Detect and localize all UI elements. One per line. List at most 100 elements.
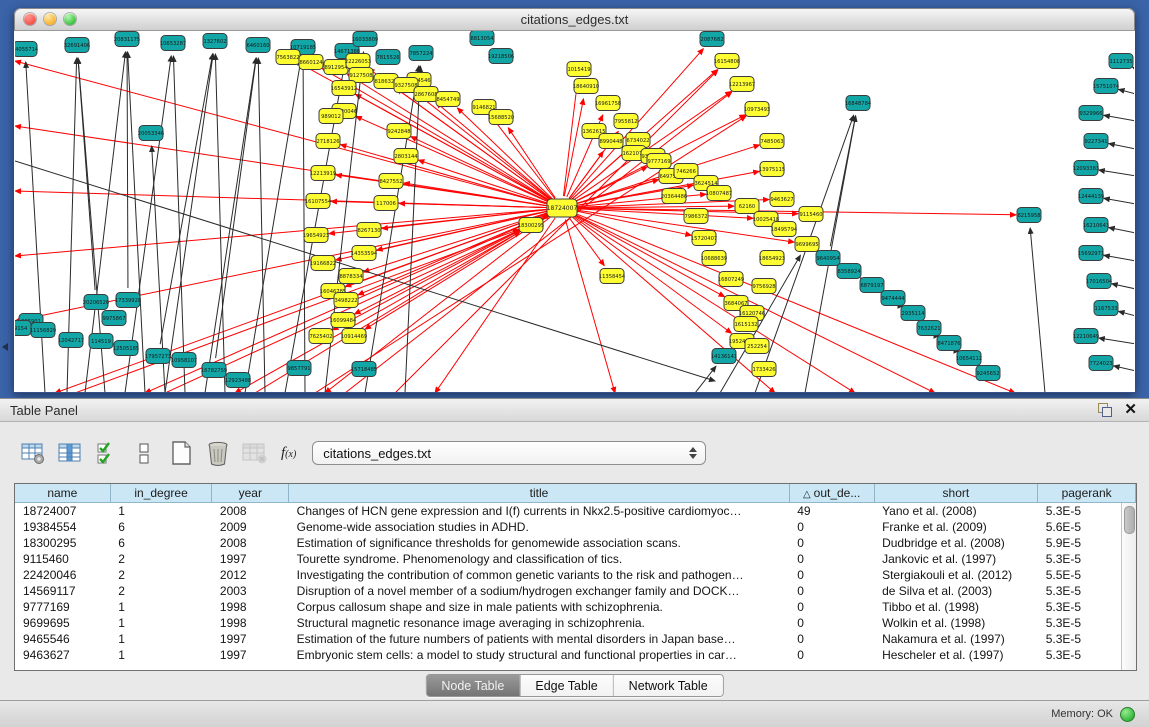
table-cell[interactable]: 49 xyxy=(789,503,874,520)
column-header-year[interactable]: year xyxy=(212,484,289,503)
table-select-dropdown[interactable]: citations_edges.txt xyxy=(312,441,706,465)
table-cell[interactable]: 9699695 xyxy=(15,615,110,631)
table-cell[interactable]: 2 xyxy=(110,567,212,583)
table-cell[interactable]: 18724007 xyxy=(15,503,110,520)
table-cell[interactable]: 9463627 xyxy=(15,647,110,663)
table-cell[interactable]: 0 xyxy=(789,535,874,551)
new-column-icon[interactable] xyxy=(166,438,196,468)
table-cell[interactable]: 0 xyxy=(789,567,874,583)
table-cell[interactable]: 0 xyxy=(789,631,874,647)
table-cell[interactable]: Embryonic stem cells: a model to study s… xyxy=(289,647,790,663)
column-header-title[interactable]: title xyxy=(289,484,790,503)
table-row[interactable]: 969969511998Structural magnetic resonanc… xyxy=(15,615,1136,631)
table-cell[interactable]: Estimation of significance thresholds fo… xyxy=(289,535,790,551)
close-panel-icon[interactable]: ✕ xyxy=(1124,403,1137,417)
table-cell[interactable]: 9115460 xyxy=(15,551,110,567)
table-cell[interactable]: 0 xyxy=(789,647,874,663)
collapse-panel-arrow-icon[interactable] xyxy=(2,343,8,351)
table-row[interactable]: 946554611997Estimation of the future num… xyxy=(15,631,1136,647)
tab-node-table[interactable]: Node Table xyxy=(426,675,519,696)
table-settings-icon[interactable] xyxy=(18,438,48,468)
table-cell[interactable]: Wolkin et al. (1998) xyxy=(874,615,1038,631)
table-cell[interactable]: Tibbo et al. (1998) xyxy=(874,599,1038,615)
table-cell[interactable]: Hescheler et al. (1997) xyxy=(874,647,1038,663)
table-cell[interactable]: 1998 xyxy=(212,599,289,615)
table-cell[interactable]: 9777169 xyxy=(15,599,110,615)
table-cell[interactable]: 1 xyxy=(110,503,212,520)
table-cell[interactable]: 0 xyxy=(789,615,874,631)
table-cell[interactable]: Jankovic et al. (1997) xyxy=(874,551,1038,567)
table-cell[interactable]: 0 xyxy=(789,599,874,615)
network-window-titlebar[interactable]: citations_edges.txt xyxy=(14,8,1135,31)
table-cell[interactable]: Stergiakouli et al. (2012) xyxy=(874,567,1038,583)
table-scrollbar[interactable] xyxy=(1121,503,1136,670)
table-cell[interactable]: 2012 xyxy=(212,567,289,583)
delete-column-icon[interactable] xyxy=(203,438,233,468)
table-cell[interactable]: 1 xyxy=(110,615,212,631)
table-cell[interactable]: Disruption of a novel member of a sodium… xyxy=(289,583,790,599)
table-row[interactable]: 1456911722003Disruption of a novel membe… xyxy=(15,583,1136,599)
table-cell[interactable]: 2 xyxy=(110,551,212,567)
table-cell[interactable]: 2008 xyxy=(212,503,289,520)
float-panel-icon[interactable] xyxy=(1098,403,1112,417)
select-all-icon[interactable] xyxy=(92,438,122,468)
table-cell[interactable]: 1997 xyxy=(212,647,289,663)
table-cell[interactable]: Structural magnetic resonance image aver… xyxy=(289,615,790,631)
tab-network-table[interactable]: Network Table xyxy=(613,675,723,696)
table-cell[interactable]: 18300295 xyxy=(15,535,110,551)
table-cell[interactable]: Tourette syndrome. Phenomenology and cla… xyxy=(289,551,790,567)
tab-edge-table[interactable]: Edge Table xyxy=(519,675,612,696)
table-cell[interactable]: 0 xyxy=(789,583,874,599)
table-row[interactable]: 1938455462009Genome-wide association stu… xyxy=(15,519,1136,535)
table-cell[interactable]: 2008 xyxy=(212,535,289,551)
table-cell[interactable]: 1997 xyxy=(212,551,289,567)
table-row[interactable]: 946362711997Embryonic stem cells: a mode… xyxy=(15,647,1136,663)
table-cell[interactable]: de Silva et al. (2003) xyxy=(874,583,1038,599)
table-cell[interactable]: 1998 xyxy=(212,615,289,631)
zoom-window-icon[interactable] xyxy=(64,13,76,25)
table-cell[interactable]: Genome-wide association studies in ADHD. xyxy=(289,519,790,535)
function-builder-icon[interactable]: f(x) xyxy=(281,445,296,462)
table-cell[interactable]: Franke et al. (2009) xyxy=(874,519,1038,535)
table-row[interactable]: 1830029562008Estimation of significance … xyxy=(15,535,1136,551)
table-cell[interactable]: Investigating the contribution of common… xyxy=(289,567,790,583)
column-header-in_degree[interactable]: in_degree xyxy=(110,484,212,503)
table-row[interactable]: 1872400712008Changes of HCN gene express… xyxy=(15,503,1136,520)
table-cell[interactable]: 9465546 xyxy=(15,631,110,647)
table-cell[interactable]: Corpus callosum shape and size in male p… xyxy=(289,599,790,615)
table-cell[interactable]: Estimation of the future numbers of pati… xyxy=(289,631,790,647)
table-cell[interactable]: Changes of HCN gene expression and I(f) … xyxy=(289,503,790,520)
table-cell[interactable]: 1 xyxy=(110,647,212,663)
column-header-out_de[interactable]: △out_de... xyxy=(789,484,874,503)
table-cell[interactable]: 0 xyxy=(789,551,874,567)
table-cell[interactable]: 2009 xyxy=(212,519,289,535)
column-header-name[interactable]: name xyxy=(15,484,110,503)
table-cell[interactable]: 6 xyxy=(110,535,212,551)
table-cell[interactable]: 0 xyxy=(789,519,874,535)
close-window-icon[interactable] xyxy=(24,13,36,25)
table-cell[interactable]: 2003 xyxy=(212,583,289,599)
table-cell[interactable]: Yano et al. (2008) xyxy=(874,503,1038,520)
table-cell[interactable]: Dudbridge et al. (2008) xyxy=(874,535,1038,551)
table-row[interactable]: 2242004622012Investigating the contribut… xyxy=(15,567,1136,583)
table-cell[interactable]: 22420046 xyxy=(15,567,110,583)
table-cell[interactable]: Nakamura et al. (1997) xyxy=(874,631,1038,647)
memory-status-indicator[interactable] xyxy=(1120,707,1135,722)
table-row[interactable]: 977716911998Corpus callosum shape and si… xyxy=(15,599,1136,615)
table-cell[interactable]: 14569117 xyxy=(15,583,110,599)
table-cell[interactable]: 6 xyxy=(110,519,212,535)
table-cell[interactable]: 1997 xyxy=(212,631,289,647)
minimize-window-icon[interactable] xyxy=(44,13,56,25)
table-row[interactable]: 911546021997Tourette syndrome. Phenomeno… xyxy=(15,551,1136,567)
table-cell[interactable]: 19384554 xyxy=(15,519,110,535)
show-columns-icon[interactable] xyxy=(55,438,85,468)
network-canvas[interactable]: 1405571432691406208311751065328713276026… xyxy=(15,31,1134,393)
memory-status-label: Memory: OK xyxy=(1051,708,1113,720)
column-header-pagerank[interactable]: pagerank xyxy=(1038,484,1136,503)
unselect-all-icon[interactable] xyxy=(129,438,159,468)
table-cell[interactable]: 2 xyxy=(110,583,212,599)
table-cell[interactable]: 1 xyxy=(110,599,212,615)
column-header-short[interactable]: short xyxy=(874,484,1038,503)
scrollbar-thumb[interactable] xyxy=(1124,506,1135,534)
table-cell[interactable]: 1 xyxy=(110,631,212,647)
